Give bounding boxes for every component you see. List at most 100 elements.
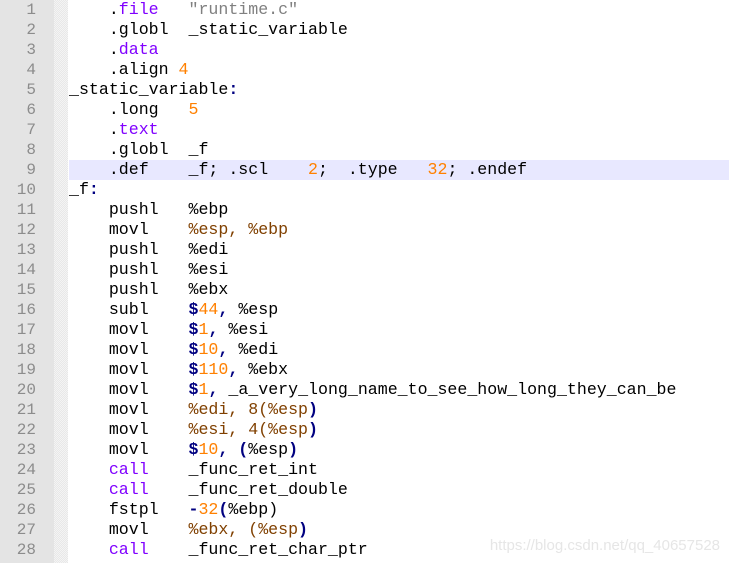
token-reg: %ebx, (%esp: [188, 520, 299, 539]
code-line[interactable]: 3 .data: [0, 40, 729, 60]
code-line[interactable]: 10 _f:: [0, 180, 729, 200]
code-line[interactable]: 26 fstpl -32(%ebp): [0, 500, 729, 520]
line-number: 20: [16, 381, 36, 399]
code-editor[interactable]: 1 .file "runtime.c" 2 .globl _static_vari…: [0, 0, 729, 563]
line-code[interactable]: movl $1, _a_very_long_name_to_see_how_lo…: [69, 380, 729, 400]
code-line[interactable]: 7 .text: [0, 120, 729, 140]
token-kw: call: [108, 540, 149, 559]
line-code[interactable]: movl $10, (%esp): [69, 440, 729, 460]
token-op: $: [188, 440, 199, 459]
code-line[interactable]: 19 movl $110, %ebx: [0, 360, 729, 380]
code-line[interactable]: 20 movl $1, _a_very_long_name_to_see_how…: [0, 380, 729, 400]
code-line[interactable]: 1 .file "runtime.c": [0, 0, 729, 20]
code-line[interactable]: 8 .globl _f: [0, 140, 729, 160]
line-code[interactable]: .data: [69, 40, 729, 60]
line-code[interactable]: movl %esp, %ebp: [69, 220, 729, 240]
token-plain: pushl %esi: [69, 260, 229, 279]
token-plain: %esp: [228, 300, 279, 319]
code-line[interactable]: 11 pushl %ebp: [0, 200, 729, 220]
line-code[interactable]: .align 4: [69, 60, 729, 80]
line-number: 7: [26, 121, 36, 139]
token-plain: pushl %ebx: [69, 280, 229, 299]
code-line[interactable]: 2 .globl _static_variable: [0, 20, 729, 40]
line-number: 8: [26, 141, 36, 159]
code-line[interactable]: 24 call _func_ret_int: [0, 460, 729, 480]
code-line[interactable]: 9 .def _f; .scl 2; .type 32; .endef: [0, 160, 729, 180]
code-line[interactable]: 6 .long 5: [0, 100, 729, 120]
line-code[interactable]: movl %esi, 4(%esp): [69, 420, 729, 440]
code-line[interactable]: 23 movl $10, (%esp): [0, 440, 729, 460]
token-plain: .globl _static_variable: [69, 20, 348, 39]
line-code[interactable]: movl %edi, 8(%esp): [69, 400, 729, 420]
line-code[interactable]: .globl _f: [69, 140, 729, 160]
code-line[interactable]: 18 movl $10, %edi: [0, 340, 729, 360]
token-plain: %esp: [248, 440, 289, 459]
line-number: 27: [16, 521, 36, 539]
watermark: https://blog.csdn.net/qq_40657528: [489, 537, 720, 554]
code-line[interactable]: 13 pushl %edi: [0, 240, 729, 260]
code-line[interactable]: 15 pushl %ebx: [0, 280, 729, 300]
line-number: 19: [16, 361, 36, 379]
line-number: 22: [16, 421, 36, 439]
code-line[interactable]: 5 _static_variable:: [0, 80, 729, 100]
line-code[interactable]: call _func_ret_double: [69, 480, 729, 500]
token-plain: _func_ret_char_ptr: [148, 540, 368, 559]
token-plain: .: [69, 40, 119, 59]
token-plain: _f: [69, 180, 89, 199]
token-plain: _func_ret_int: [148, 460, 318, 479]
token-dir: data: [118, 40, 159, 59]
line-code[interactable]: .def _f; .scl 2; .type 32; .endef: [69, 160, 729, 180]
line-number: 2: [26, 21, 36, 39]
code-line[interactable]: 21 movl %edi, 8(%esp): [0, 400, 729, 420]
token-plain: ; .type: [317, 160, 428, 179]
line-code[interactable]: movl $1, %esi: [69, 320, 729, 340]
token-op: , (: [218, 440, 249, 459]
code-line[interactable]: 14 pushl %esi: [0, 260, 729, 280]
token-num: 1: [198, 380, 209, 399]
token-plain: movl: [69, 340, 189, 359]
line-code[interactable]: movl $10, %edi: [69, 340, 729, 360]
token-plain: fstpl: [69, 500, 189, 519]
code-line[interactable]: 25 call _func_ret_double: [0, 480, 729, 500]
token-op: :: [88, 180, 99, 199]
token-op: $: [188, 380, 199, 399]
token-op: ): [298, 520, 309, 539]
line-code[interactable]: .file "runtime.c": [69, 0, 729, 20]
line-code[interactable]: fstpl -32(%ebp): [69, 500, 729, 520]
token-plain: .: [69, 0, 119, 19]
code-line[interactable]: 12 movl %esp, %ebp: [0, 220, 729, 240]
code-line[interactable]: 17 movl $1, %esi: [0, 320, 729, 340]
token-kw: call: [108, 480, 149, 499]
line-code[interactable]: .long 5: [69, 100, 729, 120]
line-code[interactable]: _f:: [69, 180, 729, 200]
line-code[interactable]: pushl %esi: [69, 260, 729, 280]
line-number: 28: [16, 541, 36, 559]
token-kw: call: [108, 460, 149, 479]
token-str: "runtime.c": [188, 0, 299, 19]
line-code[interactable]: pushl %edi: [69, 240, 729, 260]
line-code[interactable]: pushl %ebx: [69, 280, 729, 300]
line-number: 23: [16, 441, 36, 459]
line-number: 17: [16, 321, 36, 339]
code-line[interactable]: 16 subl $44, %esp: [0, 300, 729, 320]
code-lines[interactable]: 1 .file "runtime.c" 2 .globl _static_vari…: [0, 0, 729, 560]
line-code[interactable]: call _func_ret_int: [69, 460, 729, 480]
line-code[interactable]: .globl _static_variable: [69, 20, 729, 40]
token-op: $: [188, 320, 199, 339]
line-code[interactable]: .text: [69, 120, 729, 140]
token-plain: pushl %edi: [69, 240, 229, 259]
token-op: ,: [208, 380, 219, 399]
token-plain: _a_very_long_name_to_see_how_long_they_c…: [218, 380, 677, 399]
token-reg: %edi, 8(%esp: [188, 400, 309, 419]
line-code[interactable]: pushl %ebp: [69, 200, 729, 220]
token-num: 32: [427, 160, 448, 179]
token-op: ,: [218, 340, 229, 359]
line-code[interactable]: movl $110, %ebx: [69, 360, 729, 380]
line-code[interactable]: subl $44, %esp: [69, 300, 729, 320]
line-number: 4: [26, 61, 36, 79]
line-code[interactable]: _static_variable:: [69, 80, 729, 100]
code-line[interactable]: 4 .align 4: [0, 60, 729, 80]
code-line[interactable]: 22 movl %esi, 4(%esp): [0, 420, 729, 440]
line-number: 3: [26, 41, 36, 59]
